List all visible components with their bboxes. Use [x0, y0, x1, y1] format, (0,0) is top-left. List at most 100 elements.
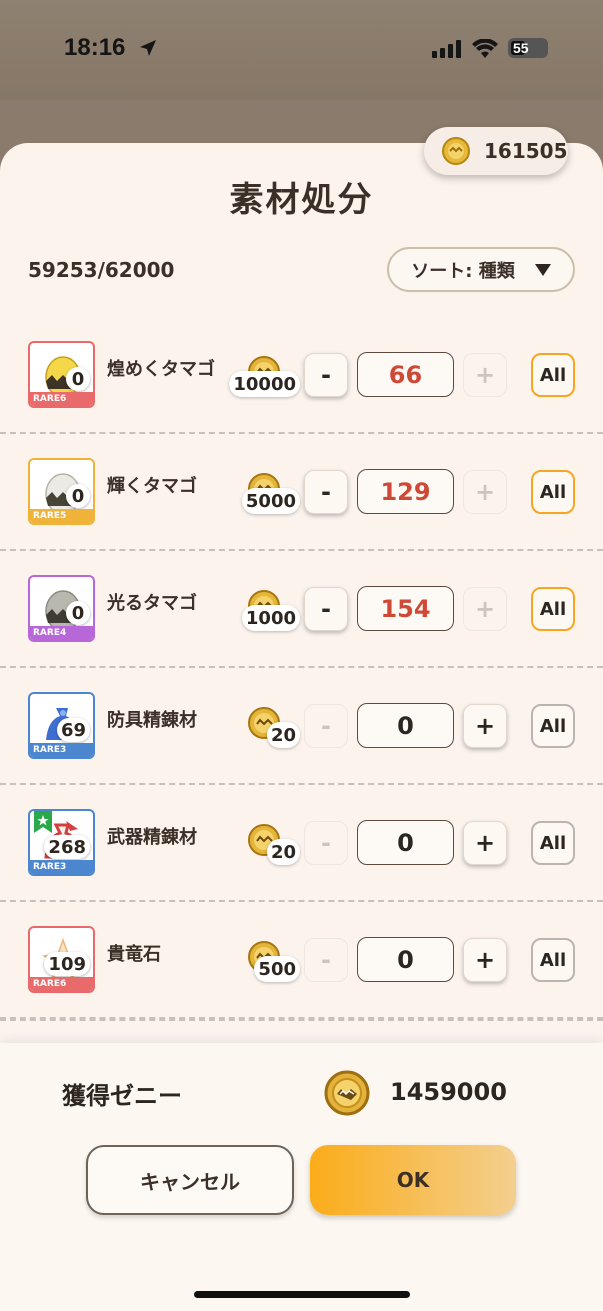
location-arrow-icon: [140, 40, 156, 56]
rarity-label: RARE3: [30, 743, 93, 757]
decrease-button[interactable]: -: [304, 587, 348, 631]
sell-price-value: 5000: [241, 488, 300, 514]
sell-price-value: 20: [266, 839, 300, 865]
plus-label: +: [474, 829, 496, 857]
battery-level: 55: [513, 40, 529, 56]
select-all-button[interactable]: All: [531, 704, 575, 748]
sort-label: ソート: 種類: [411, 260, 515, 282]
favorite-star-icon: [34, 811, 52, 833]
rarity-label: RARE5: [30, 509, 93, 523]
material-thumbnail: 109 RARE6: [28, 926, 95, 993]
quantity-field[interactable]: 154: [357, 586, 454, 631]
all-label: All: [539, 481, 567, 503]
quantity-value: 154: [380, 594, 431, 623]
increase-button[interactable]: +: [463, 587, 507, 631]
decrease-button[interactable]: -: [304, 704, 348, 748]
material-row: 69 RARE3 防具精錬材 20 - 0 + All: [0, 668, 603, 785]
select-all-button[interactable]: All: [531, 587, 575, 631]
sell-price-value: 10000: [229, 371, 300, 397]
all-label: All: [539, 598, 567, 620]
owned-count: 69: [56, 718, 90, 742]
plus-label: +: [474, 361, 496, 389]
material-row: 0 RARE4 光るタマゴ 1000 - 154 + All: [0, 551, 603, 668]
select-all-button[interactable]: All: [531, 938, 575, 982]
minus-label: -: [321, 478, 331, 506]
decrease-button[interactable]: -: [304, 470, 348, 514]
status-time: 18:16: [64, 34, 126, 61]
material-thumbnail: 0 RARE5: [28, 458, 95, 525]
minus-label: -: [321, 712, 331, 740]
material-name: 武器精錬材: [107, 827, 197, 848]
plus-label: +: [474, 712, 496, 740]
quantity-field[interactable]: 0: [357, 820, 454, 865]
rarity-label: RARE6: [30, 392, 93, 406]
material-name: 光るタマゴ: [107, 593, 197, 614]
quantity-value: 0: [397, 711, 414, 740]
sell-price: 20: [232, 706, 302, 752]
owned-count: 109: [44, 952, 90, 976]
increase-button[interactable]: +: [463, 704, 507, 748]
earned-zenny-value: 1459000: [390, 1078, 507, 1106]
plus-label: +: [474, 478, 496, 506]
increase-button[interactable]: +: [463, 353, 507, 397]
decrease-button[interactable]: -: [304, 353, 348, 397]
rarity-label: RARE3: [30, 860, 93, 874]
quantity-field[interactable]: 0: [357, 703, 454, 748]
increase-button[interactable]: +: [463, 470, 507, 514]
minus-label: -: [321, 829, 331, 857]
select-all-button[interactable]: All: [531, 821, 575, 865]
decrease-button[interactable]: -: [304, 938, 348, 982]
plus-label: +: [474, 595, 496, 623]
rarity-label: RARE6: [30, 977, 93, 991]
sell-price: 20: [232, 823, 302, 869]
cancel-label: キャンセル: [140, 1169, 240, 1194]
all-label: All: [539, 832, 567, 854]
status-bar: 18:16 55: [0, 0, 603, 100]
zenny-coin-icon: [442, 137, 470, 165]
home-indicator[interactable]: [194, 1291, 410, 1298]
owned-count: 0: [66, 601, 90, 625]
material-row: 0 RARE5 輝くタマゴ 5000 - 129 + All: [0, 434, 603, 551]
material-name: 煌めくタマゴ: [107, 359, 215, 380]
quantity-value: 66: [388, 360, 423, 389]
all-label: All: [539, 364, 567, 386]
quantity-field[interactable]: 129: [357, 469, 454, 514]
sort-button[interactable]: ソート: 種類: [387, 247, 575, 292]
row-divider: [0, 1019, 603, 1021]
material-thumbnail: 0 RARE4: [28, 575, 95, 642]
select-all-button[interactable]: All: [531, 470, 575, 514]
page-title: 素材処分: [229, 180, 374, 220]
increase-button[interactable]: +: [463, 821, 507, 865]
owned-count: 0: [66, 367, 90, 391]
sell-price: 5000: [232, 472, 302, 518]
quantity-value: 129: [380, 477, 431, 506]
increase-button[interactable]: +: [463, 938, 507, 982]
sell-price: 500: [232, 940, 302, 986]
quantity-field[interactable]: 66: [357, 352, 454, 397]
zenny-coin-icon: [324, 1070, 370, 1116]
quantity-field[interactable]: 0: [357, 937, 454, 982]
minus-label: -: [321, 946, 331, 974]
material-row: 268 RARE3 武器精錬材 20 - 0 + All: [0, 785, 603, 902]
earned-zenny-label: 獲得ゼニー: [62, 1082, 182, 1110]
decrease-button[interactable]: -: [304, 821, 348, 865]
sell-price-value: 1000: [241, 605, 300, 631]
minus-label: -: [321, 595, 331, 623]
minus-label: -: [321, 361, 331, 389]
material-row: 0 RARE6 煌めくタマゴ 10000 - 66 + All: [0, 317, 603, 434]
owned-count: 0: [66, 484, 90, 508]
sell-price: 1000: [232, 589, 302, 635]
cancel-button[interactable]: キャンセル: [86, 1145, 294, 1215]
select-all-button[interactable]: All: [531, 353, 575, 397]
wifi-icon: [472, 39, 498, 58]
quantity-value: 0: [397, 945, 414, 974]
ok-button[interactable]: OK: [310, 1145, 516, 1215]
material-name: 防具精錬材: [107, 710, 197, 731]
ok-label: OK: [396, 1168, 430, 1192]
material-name: 貴竜石: [107, 944, 161, 965]
material-thumbnail: 0 RARE6: [28, 341, 95, 408]
sell-price-value: 500: [254, 956, 300, 982]
wallet-balance: 161505: [424, 127, 568, 175]
battery-icon: 55: [508, 38, 548, 58]
plus-label: +: [474, 946, 496, 974]
